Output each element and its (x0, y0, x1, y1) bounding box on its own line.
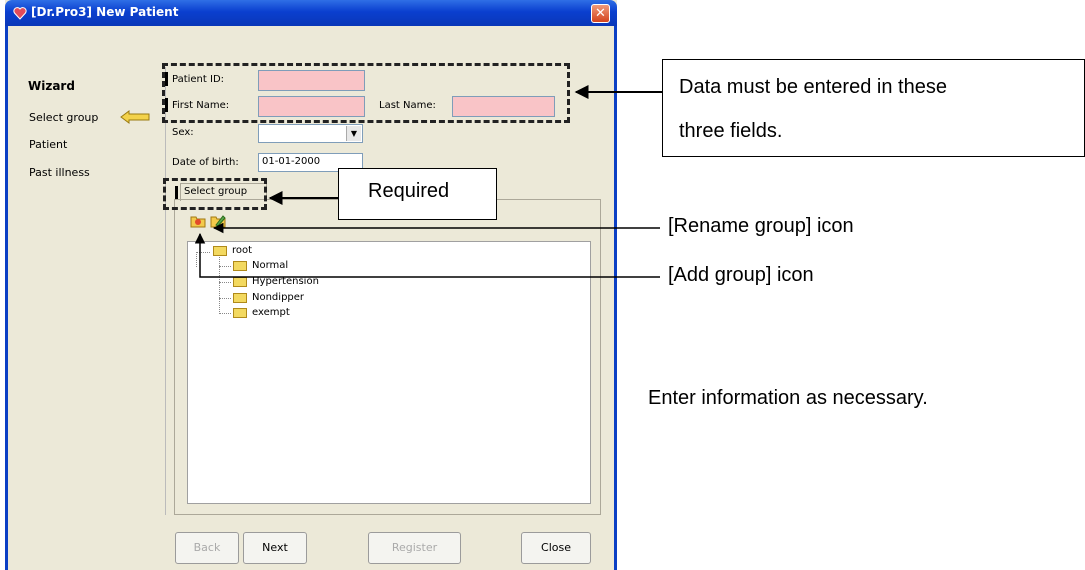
annotation-arrows (194, 85, 662, 278)
arrow-to-add-icon (194, 232, 660, 278)
